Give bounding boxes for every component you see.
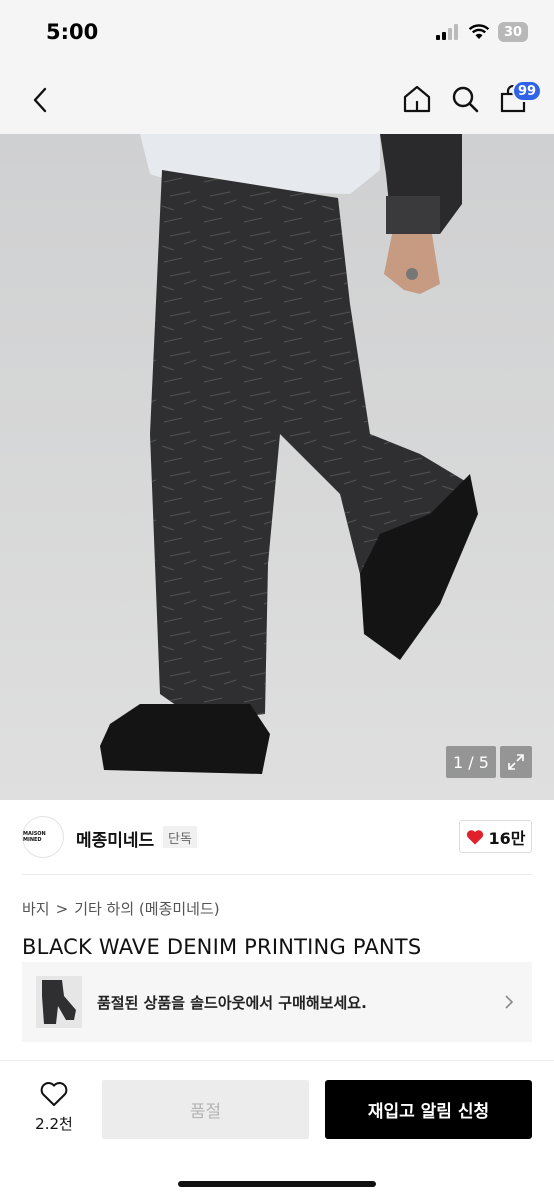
signal-icon bbox=[436, 24, 458, 40]
product-title: BLACK WAVE DENIM PRINTING PANTS bbox=[22, 935, 422, 959]
soldout-button: 품절 bbox=[102, 1080, 309, 1139]
wishlist-count: 2.2천 bbox=[35, 1115, 73, 1133]
expand-button[interactable] bbox=[500, 746, 532, 778]
exclusive-badge: 단독 bbox=[163, 826, 197, 848]
brand-logo-text: MAISON MINED bbox=[23, 831, 46, 843]
status-time: 5:00 bbox=[46, 20, 99, 44]
heart-icon bbox=[466, 829, 483, 844]
soldout-banner-text: 품절된 상품을 솔드아웃에서 구매해보세요. bbox=[97, 993, 367, 1012]
banner-thumbnail-image bbox=[36, 976, 82, 1028]
divider bbox=[22, 874, 532, 875]
battery-icon: 30 bbox=[498, 22, 528, 42]
wifi-icon bbox=[468, 24, 490, 39]
chevron-right-icon bbox=[505, 995, 514, 1009]
back-button[interactable] bbox=[24, 84, 56, 116]
product-image[interactable] bbox=[0, 134, 554, 800]
breadcrumb: 바지 > 기타 하의 (메종미네드) bbox=[22, 898, 220, 919]
cart-count-badge: 99 bbox=[512, 80, 543, 102]
search-button[interactable] bbox=[448, 82, 482, 116]
like-count: 16만 bbox=[488, 828, 526, 848]
breadcrumb-separator: > bbox=[55, 899, 69, 918]
breadcrumb-category[interactable]: 바지 bbox=[22, 898, 50, 919]
banner-thumbnail bbox=[36, 976, 82, 1028]
expand-icon bbox=[508, 754, 524, 770]
home-indicator bbox=[178, 1181, 376, 1187]
home-icon bbox=[403, 85, 431, 113]
home-button[interactable] bbox=[400, 82, 434, 116]
top-nav bbox=[0, 66, 554, 134]
status-bar: 5:00 30 bbox=[0, 0, 554, 66]
soldout-banner[interactable]: 품절된 상품을 솔드아웃에서 구매해보세요. bbox=[22, 962, 532, 1042]
brand-like-button[interactable]: 16만 bbox=[459, 820, 532, 853]
image-counter: 1 / 5 bbox=[446, 746, 496, 778]
heart-outline-icon bbox=[40, 1082, 68, 1106]
breadcrumb-subcategory[interactable]: 기타 하의 (메종미네드) bbox=[74, 898, 219, 919]
back-icon bbox=[33, 87, 47, 113]
bottom-action-bar: 2.2천 품절 재입고 알림 신청 bbox=[0, 1060, 554, 1200]
brand-name[interactable]: 메종미네드 bbox=[76, 826, 154, 851]
product-photo bbox=[0, 134, 554, 800]
search-icon bbox=[452, 86, 479, 113]
wishlist-button[interactable]: 2.2천 bbox=[28, 1081, 80, 1139]
restock-alert-button[interactable]: 재입고 알림 신청 bbox=[325, 1080, 532, 1139]
brand-logo[interactable]: MAISON MINED bbox=[22, 816, 64, 858]
status-icons: 30 bbox=[436, 22, 528, 42]
